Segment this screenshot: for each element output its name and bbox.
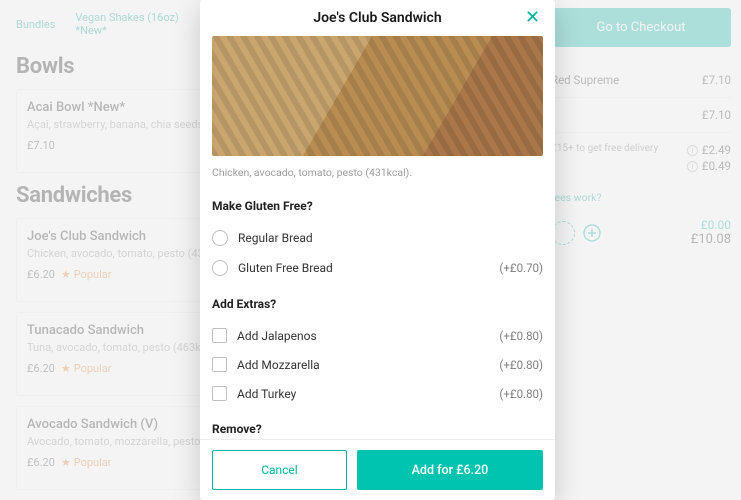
option-label: Add Jalapenos — [237, 329, 489, 343]
item-modal: Joe's Club Sandwich ✕ Chicken, avocado, … — [200, 0, 555, 500]
radio-icon — [212, 260, 228, 276]
option-group-heading: Remove? — [212, 422, 543, 436]
modal-footer: Cancel Add for £6.20 — [200, 439, 555, 500]
option-group-heading: Make Gluten Free? — [212, 199, 543, 213]
option-label: Gluten Free Bread — [238, 261, 489, 275]
option-price: (+£0.70) — [499, 261, 543, 275]
option-add-mozzarella[interactable]: Add Mozzarella (+£0.80) — [212, 350, 543, 379]
modal-title: Joe's Club Sandwich — [313, 10, 441, 26]
checkbox-icon — [212, 357, 227, 372]
modal-body[interactable]: Chicken, avocado, tomato, pesto (431kcal… — [200, 36, 555, 439]
option-group-heading: Add Extras? — [212, 297, 543, 311]
option-add-jalapenos[interactable]: Add Jalapenos (+£0.80) — [212, 321, 543, 350]
option-price: (+£0.80) — [499, 329, 543, 343]
add-to-cart-button[interactable]: Add for £6.20 — [357, 450, 543, 490]
option-price: (+£0.80) — [499, 358, 543, 372]
close-icon[interactable]: ✕ — [525, 8, 545, 28]
option-label: Regular Bread — [238, 231, 533, 245]
checkbox-icon — [212, 386, 227, 401]
item-hero-image — [212, 36, 543, 156]
option-price: (+£0.80) — [499, 387, 543, 401]
checkbox-icon — [212, 328, 227, 343]
option-regular-bread[interactable]: Regular Bread — [212, 223, 543, 253]
modal-header: Joe's Club Sandwich ✕ — [200, 0, 555, 36]
option-add-turkey[interactable]: Add Turkey (+£0.80) — [212, 379, 543, 408]
option-label: Add Turkey — [237, 387, 489, 401]
radio-icon — [212, 230, 228, 246]
item-hero-desc: Chicken, avocado, tomato, pesto (431kcal… — [212, 156, 543, 195]
option-gluten-free-bread[interactable]: Gluten Free Bread (+£0.70) — [212, 253, 543, 283]
cancel-button[interactable]: Cancel — [212, 450, 347, 490]
option-label: Add Mozzarella — [237, 358, 489, 372]
